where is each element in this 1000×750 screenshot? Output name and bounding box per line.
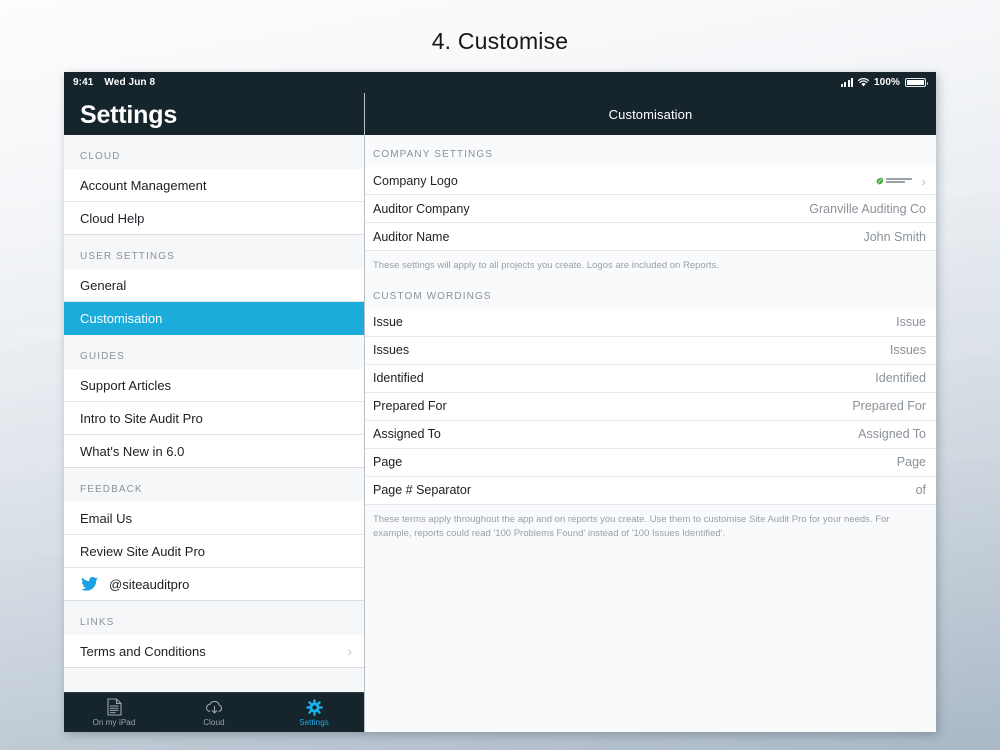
settings-row-page-separator[interactable]: Page # Separator of [365,476,936,505]
sidebar-item-account-management[interactable]: Account Management [64,169,364,202]
sidebar-item-label: Review Site Audit Pro [80,543,206,559]
sidebar-item-support-articles[interactable]: Support Articles [64,369,364,402]
sidebar-section-header: USER SETTINGS [64,235,364,269]
status-bar-date: Wed Jun 8 [104,77,156,88]
settings-row-label: Company Logo [373,173,458,188]
panel-section-footnote: These terms apply throughout the app and… [365,504,936,545]
company-logo-thumbnail [876,173,913,188]
sidebar-section-header: GUIDES [64,335,364,369]
logo-leaf-mark [876,177,884,184]
sidebar-item-label: Email Us [80,510,133,526]
settings-row-value: of [915,483,926,498]
sidebar-item-label: Account Management [80,177,207,193]
settings-row-label: Identified [373,371,424,386]
sidebar-item-label: Support Articles [80,377,172,393]
sidebar-section-header: LINKS [64,601,364,635]
customisation-panel: Customisation COMPANY SETTINGS Company Lo… [365,93,936,732]
settings-row-value: Issues [889,343,926,358]
sidebar-scroll-area[interactable]: CLOUD Account Management Cloud Help USER SE… [64,135,364,692]
settings-row-value: Granville Auditing Co [809,201,926,216]
settings-row-label: Issues [373,343,410,358]
sidebar-item-siteauditpro[interactable]: @siteauditpro [64,568,364,601]
tab-label: Settings [299,718,329,727]
sidebar-item-general[interactable]: General [64,269,364,302]
settings-row-value: Identified [875,371,926,386]
chevron-right-icon: › [921,172,926,189]
wifi-icon [858,78,870,87]
tab-label: Cloud [203,718,225,727]
settings-row-label: Prepared For [373,399,447,414]
settings-row-value: Assigned To [858,427,926,442]
twitter-icon [80,577,99,591]
sidebar-item-label: @siteauditpro [109,576,190,592]
cellular-signal-icon [840,78,854,87]
sidebar-header: Settings [64,93,364,135]
page-title: 4. Customise [431,28,569,54]
status-bar-time: 9:41 [73,77,94,88]
settings-row-assigned-to[interactable]: Assigned To Assigned To [365,420,936,449]
battery-icon [905,77,928,88]
chevron-right-icon: › [347,643,352,659]
ipad-device-frame: 9:41 Wed Jun 8 100% Settings CLOUD Accoun… [64,72,936,732]
sidebar-item-label: Customisation [80,310,163,326]
sidebar-item-review-site-audit-pro[interactable]: Review Site Audit Pro [64,535,364,568]
sidebar-item-what-s-new-in-6-0[interactable]: What's New in 6.0 [64,435,364,468]
tab-on-my-ipad[interactable]: On my iPad [64,693,164,732]
tab-cloud[interactable]: Cloud [164,693,264,732]
panel-navigation-bar: Customisation [365,93,936,135]
settings-row-prepared-for[interactable]: Prepared For Prepared For [365,392,936,421]
document-icon [106,698,122,716]
tab-label: On my iPad [92,718,136,727]
sidebar-item-terms-and-conditions[interactable]: Terms and Conditions › [64,635,364,668]
battery-percentage: 100% [874,77,900,88]
sidebar-item-label: General [80,277,127,293]
panel-section-header: CUSTOM WORDINGS [365,276,936,309]
tab-settings[interactable]: Settings [264,693,364,732]
sidebar-section-header: CLOUD [64,135,364,169]
sidebar-section-header: FEEDBACK [64,468,364,502]
settings-row-label: Page # Separator [373,483,471,498]
panel-section-header: COMPANY SETTINGS [365,135,936,167]
settings-row-value: Page [896,455,926,470]
cloud-icon [205,698,224,716]
settings-row-issues[interactable]: Issues Issues [365,336,936,365]
bottom-tab-bar: On my iPad Cloud Settings [64,692,364,732]
logo-text-lines [886,177,913,184]
sidebar-item-intro-to-site-audit-pro[interactable]: Intro to Site Audit Pro [64,402,364,435]
settings-row-page[interactable]: Page Page [365,448,936,477]
settings-sidebar: Settings CLOUD Account Management Cloud He… [64,93,365,732]
settings-row-identified[interactable]: Identified Identified [365,364,936,393]
panel-title: Customisation [608,106,693,122]
settings-row-value: Issue [896,315,926,330]
sidebar-item-cloud-help[interactable]: Cloud Help [64,202,364,235]
settings-row-company-logo[interactable]: Company Logo › [365,167,936,195]
settings-row-value: John Smith [863,229,926,244]
sidebar-title: Settings [80,101,178,129]
settings-row-label: Auditor Company [373,201,470,216]
settings-row-label: Page [373,455,403,470]
settings-row-value: Prepared For [852,399,926,414]
sidebar-item-label: Intro to Site Audit Pro [80,410,203,426]
status-bar: 9:41 Wed Jun 8 100% [64,72,936,93]
settings-row-label: Assigned To [373,427,441,442]
panel-scroll-area[interactable]: COMPANY SETTINGS Company Logo › Auditor Com… [365,135,936,732]
settings-row-auditor-company[interactable]: Auditor Company Granville Auditing Co [365,195,936,223]
settings-row-label: Issue [373,315,403,330]
settings-row-auditor-name[interactable]: Auditor Name John Smith [365,223,936,251]
sidebar-item-label: Terms and Conditions [80,643,206,659]
sidebar-item-label: What's New in 6.0 [80,443,185,459]
gear-icon [305,698,323,716]
sidebar-item-label: Cloud Help [80,210,145,226]
sidebar-item-customisation[interactable]: Customisation [64,302,364,335]
panel-section-footnote: These settings will apply to all project… [365,251,936,277]
settings-row-issue[interactable]: Issue Issue [365,308,936,337]
settings-row-label: Auditor Name [373,229,450,244]
sidebar-item-email-us[interactable]: Email Us [64,502,364,535]
